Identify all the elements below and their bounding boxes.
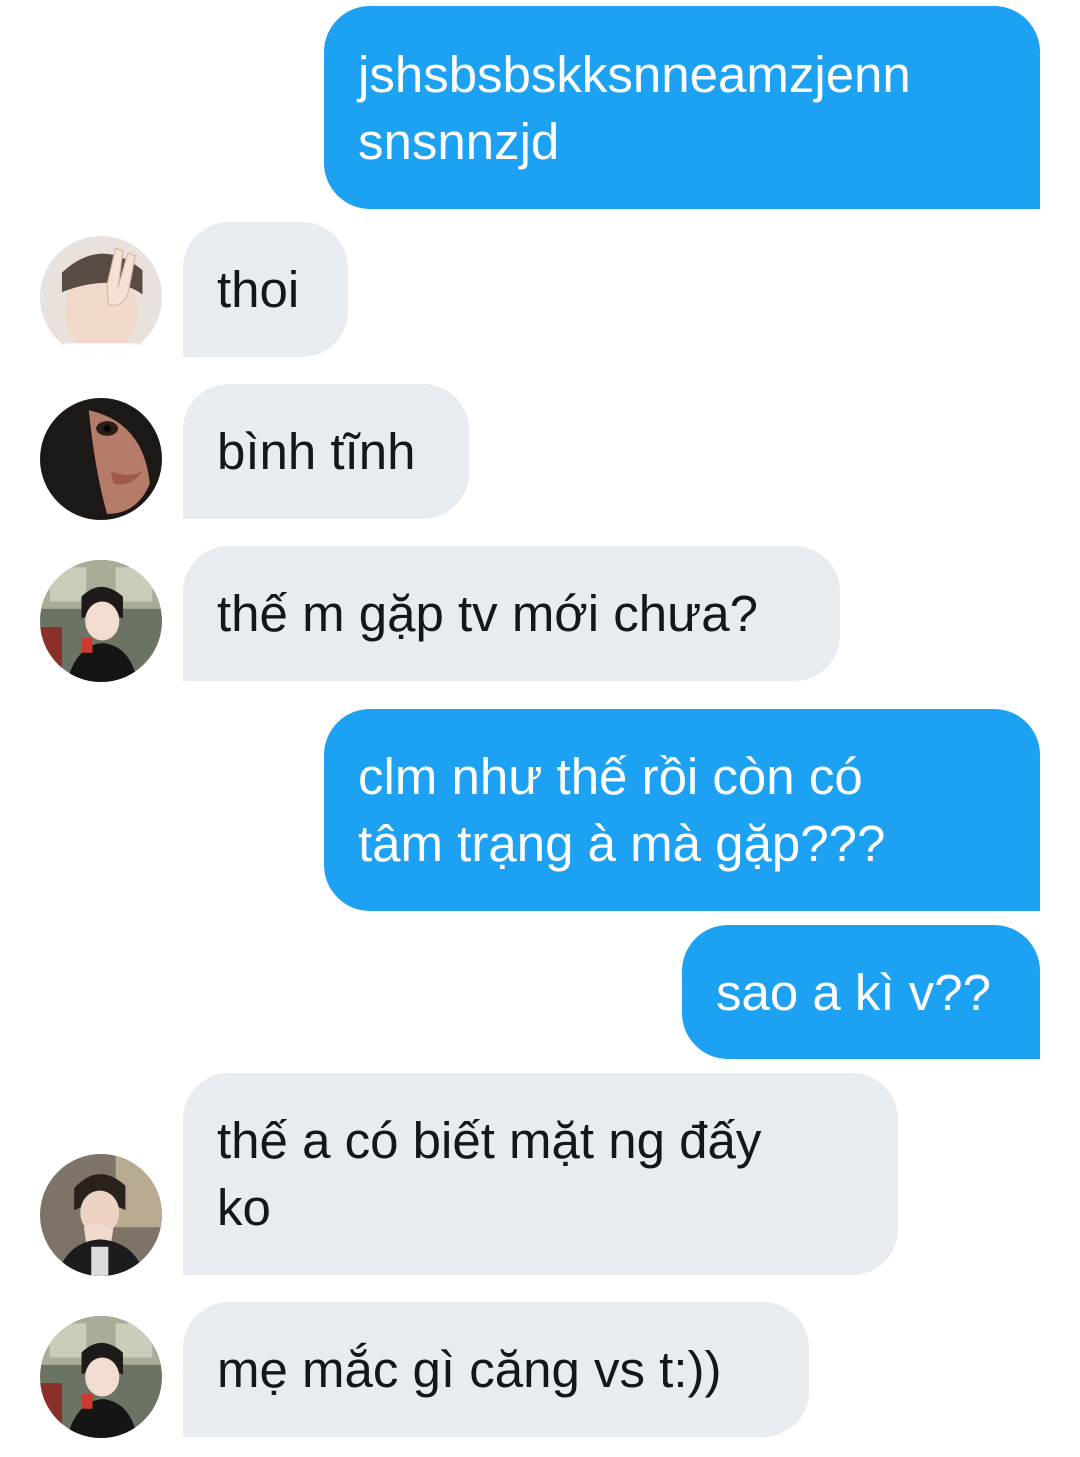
message-bubble-sent[interactable]: jshsbsbskksnneamzjenn snsnnzjd — [324, 6, 1040, 209]
avatar-bus-window-icon — [40, 1316, 162, 1438]
message-bubble-received[interactable]: mẹ mắc gì căng vs t:)) — [183, 1302, 809, 1437]
message-bubble-received[interactable]: bình tĩnh — [183, 384, 469, 519]
message-bubble-received[interactable]: thế a có biết mặt ng đấy ko — [183, 1073, 898, 1275]
avatar-bus-window-icon — [40, 560, 162, 682]
message-bubble-sent[interactable]: sao a kì v?? — [682, 925, 1040, 1059]
message-bubble-sent[interactable]: clm như thế rồi còn có tâm trạng à mà gặ… — [324, 709, 1040, 911]
sender-avatar[interactable] — [40, 1154, 162, 1276]
avatar-dark-closeup-icon — [40, 398, 162, 520]
sender-avatar[interactable] — [40, 236, 162, 358]
sender-avatar[interactable] — [40, 1316, 162, 1438]
sender-avatar[interactable] — [40, 560, 162, 682]
avatar-peace-sign-icon — [40, 236, 162, 358]
message-bubble-received[interactable]: thoi — [183, 222, 348, 357]
message-bubble-received[interactable]: thế m gặp tv mới chưa? — [183, 546, 840, 681]
avatar-hand-on-chin-icon — [40, 1154, 162, 1276]
sender-avatar[interactable] — [40, 398, 162, 520]
